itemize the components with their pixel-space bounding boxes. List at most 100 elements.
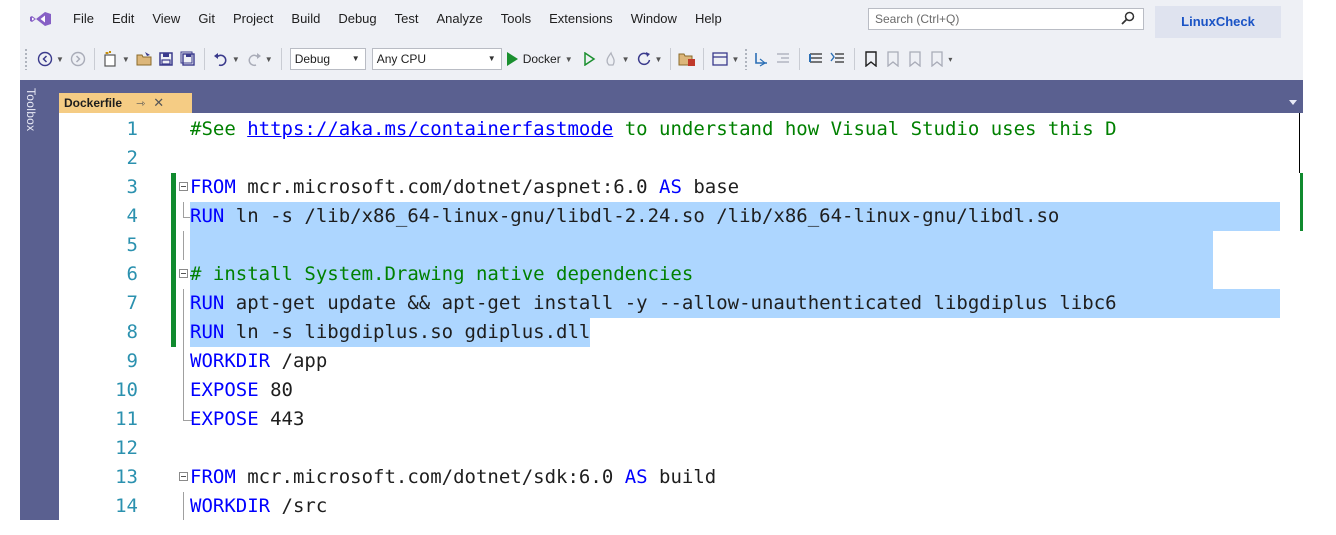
- change-indicator: [171, 318, 176, 347]
- start-without-debugging-icon[interactable]: [579, 48, 599, 70]
- run-target-dropdown-icon[interactable]: ▼: [565, 55, 573, 64]
- menu-help[interactable]: Help: [686, 0, 731, 38]
- search-icon[interactable]: [1121, 11, 1135, 25]
- undo-dropdown-icon[interactable]: ▼: [232, 55, 240, 64]
- solution-name-badge[interactable]: LinuxCheck: [1155, 6, 1281, 38]
- code-line[interactable]: 2: [59, 144, 1303, 173]
- tab-overflow-dropdown-icon[interactable]: [1289, 100, 1297, 105]
- window-layout-dropdown-icon[interactable]: ▼: [731, 55, 739, 64]
- redo-dropdown-icon[interactable]: ▼: [265, 55, 273, 64]
- code-text[interactable]: RUN ln -s libgdiplus.so gdiplus.dll: [190, 318, 591, 347]
- code-text[interactable]: #See https://aka.ms/containerfastmode to…: [190, 115, 1117, 144]
- restart-dropdown-icon[interactable]: ▼: [655, 55, 663, 64]
- menu-debug[interactable]: Debug: [329, 0, 385, 38]
- uncomment-lines-icon[interactable]: [828, 48, 848, 70]
- format-document-icon[interactable]: [773, 48, 793, 70]
- navigate-back-icon[interactable]: [35, 48, 55, 70]
- code-line[interactable]: 1 #See https://aka.ms/containerfastmode t…: [59, 115, 1303, 144]
- navigate-back-dropdown-icon[interactable]: ▼: [56, 55, 64, 64]
- keyword-token: AS: [659, 176, 682, 198]
- menu-edit[interactable]: Edit: [103, 0, 143, 38]
- menu-view[interactable]: View: [143, 0, 189, 38]
- collapse-icon[interactable]: [179, 472, 188, 481]
- clear-bookmarks-icon[interactable]: [927, 48, 947, 70]
- comment-token: to understand how Visual Studio uses thi…: [613, 118, 1117, 140]
- redo-icon[interactable]: [244, 48, 264, 70]
- code-text[interactable]: EXPOSE 443: [190, 405, 304, 434]
- toolbox-strip: Toolbox: [20, 80, 42, 520]
- code-line[interactable]: 4 RUN ln -s /lib/x86_64-linux-gnu/libdl-2…: [59, 202, 1303, 231]
- hot-reload-dropdown-icon[interactable]: ▼: [622, 55, 630, 64]
- keyword-token: FROM: [190, 176, 236, 198]
- menu-analyze[interactable]: Analyze: [427, 0, 491, 38]
- menu-tools[interactable]: Tools: [492, 0, 540, 38]
- code-line[interactable]: 6 # install System.Drawing native depende…: [59, 260, 1303, 289]
- scroll-change-marker: [1300, 202, 1303, 231]
- pin-icon[interactable]: ⇾: [136, 97, 145, 110]
- hot-reload-icon[interactable]: [601, 48, 621, 70]
- save-icon[interactable]: [156, 48, 176, 70]
- open-file-icon[interactable]: [134, 48, 154, 70]
- menu-test[interactable]: Test: [386, 0, 428, 38]
- start-debugging-button[interactable]: Docker ▼: [506, 48, 576, 70]
- code-line[interactable]: 13 FROM mcr.microsoft.com/dotnet/sdk:6.0 …: [59, 463, 1303, 492]
- code-text[interactable]: [190, 231, 1213, 260]
- navigate-forward-icon[interactable]: [68, 48, 88, 70]
- toolbar-options-icon[interactable]: ▾: [948, 55, 952, 64]
- solution-explorer-icon[interactable]: [677, 48, 697, 70]
- code-line[interactable]: 11 EXPOSE 443: [59, 405, 1303, 434]
- toolbar-grip[interactable]: [744, 48, 749, 70]
- menu-project[interactable]: Project: [224, 0, 282, 38]
- code-text[interactable]: RUN ln -s /lib/x86_64-linux-gnu/libdl-2.…: [190, 202, 1280, 231]
- code-line[interactable]: 5: [59, 231, 1303, 260]
- line-number: 10: [115, 379, 138, 401]
- previous-bookmark-icon[interactable]: [883, 48, 903, 70]
- code-text[interactable]: WORKDIR /src: [190, 492, 327, 520]
- step-into-icon[interactable]: [751, 48, 771, 70]
- collapse-icon[interactable]: [179, 269, 188, 278]
- bookmark-icon[interactable]: [861, 48, 881, 70]
- code-text[interactable]: FROM mcr.microsoft.com/dotnet/sdk:6.0 AS…: [190, 463, 716, 492]
- code-line[interactable]: 9 WORKDIR /app: [59, 347, 1303, 376]
- line-number: 3: [126, 176, 138, 198]
- code-line[interactable]: 7 RUN apt-get update && apt-get install -…: [59, 289, 1303, 318]
- save-all-icon[interactable]: [178, 48, 198, 70]
- menu-git[interactable]: Git: [189, 0, 224, 38]
- code-line[interactable]: 14 WORKDIR /src: [59, 492, 1303, 520]
- code-line[interactable]: 3 FROM mcr.microsoft.com/dotnet/aspnet:6.…: [59, 173, 1303, 202]
- code-text[interactable]: EXPOSE 80: [190, 376, 293, 405]
- code-editor[interactable]: 1 #See https://aka.ms/containerfastmode t…: [59, 113, 1303, 520]
- menu-file[interactable]: File: [64, 0, 103, 38]
- solution-configuration-select[interactable]: Debug ▼: [289, 48, 366, 70]
- collapse-icon[interactable]: [179, 182, 188, 191]
- code-text[interactable]: RUN apt-get update && apt-get install -y…: [190, 289, 1280, 318]
- code-line[interactable]: 10 EXPOSE 80: [59, 376, 1303, 405]
- chevron-down-icon[interactable]: ▼: [352, 49, 360, 69]
- restart-icon[interactable]: [634, 48, 654, 70]
- window-layout-icon[interactable]: [710, 48, 730, 70]
- code-text[interactable]: WORKDIR /app: [190, 347, 327, 376]
- solution-platform-select[interactable]: Any CPU ▼: [371, 48, 502, 70]
- code-line[interactable]: 8 RUN ln -s libgdiplus.so gdiplus.dll: [59, 318, 1303, 347]
- undo-icon[interactable]: [211, 48, 231, 70]
- toolbar-separator: [670, 48, 672, 70]
- tab-dockerfile[interactable]: Dockerfile ⇾ ✕: [59, 93, 192, 113]
- toolbar-grip[interactable]: [24, 48, 28, 70]
- toolbox-tab[interactable]: Toolbox: [24, 88, 38, 131]
- menu-build[interactable]: Build: [282, 0, 329, 38]
- visual-studio-logo-icon[interactable]: [30, 11, 52, 27]
- search-input[interactable]: Search (Ctrl+Q): [868, 8, 1144, 30]
- comment-lines-icon[interactable]: [806, 48, 826, 70]
- code-token: ln -s libgdiplus.so gdiplus.dll: [224, 321, 591, 343]
- next-bookmark-icon[interactable]: [905, 48, 925, 70]
- new-project-dropdown-icon[interactable]: ▼: [122, 55, 130, 64]
- chevron-down-icon[interactable]: ▼: [488, 49, 496, 69]
- code-text[interactable]: # install System.Drawing native dependen…: [190, 260, 1213, 289]
- code-line[interactable]: 12: [59, 434, 1303, 463]
- menu-extensions[interactable]: Extensions: [540, 0, 622, 38]
- menu-window[interactable]: Window: [622, 0, 686, 38]
- comment-link[interactable]: https://aka.ms/containerfastmode: [247, 118, 613, 140]
- close-icon[interactable]: ✕: [153, 95, 164, 111]
- new-project-icon[interactable]: [101, 48, 121, 70]
- code-text[interactable]: FROM mcr.microsoft.com/dotnet/aspnet:6.0…: [190, 173, 739, 202]
